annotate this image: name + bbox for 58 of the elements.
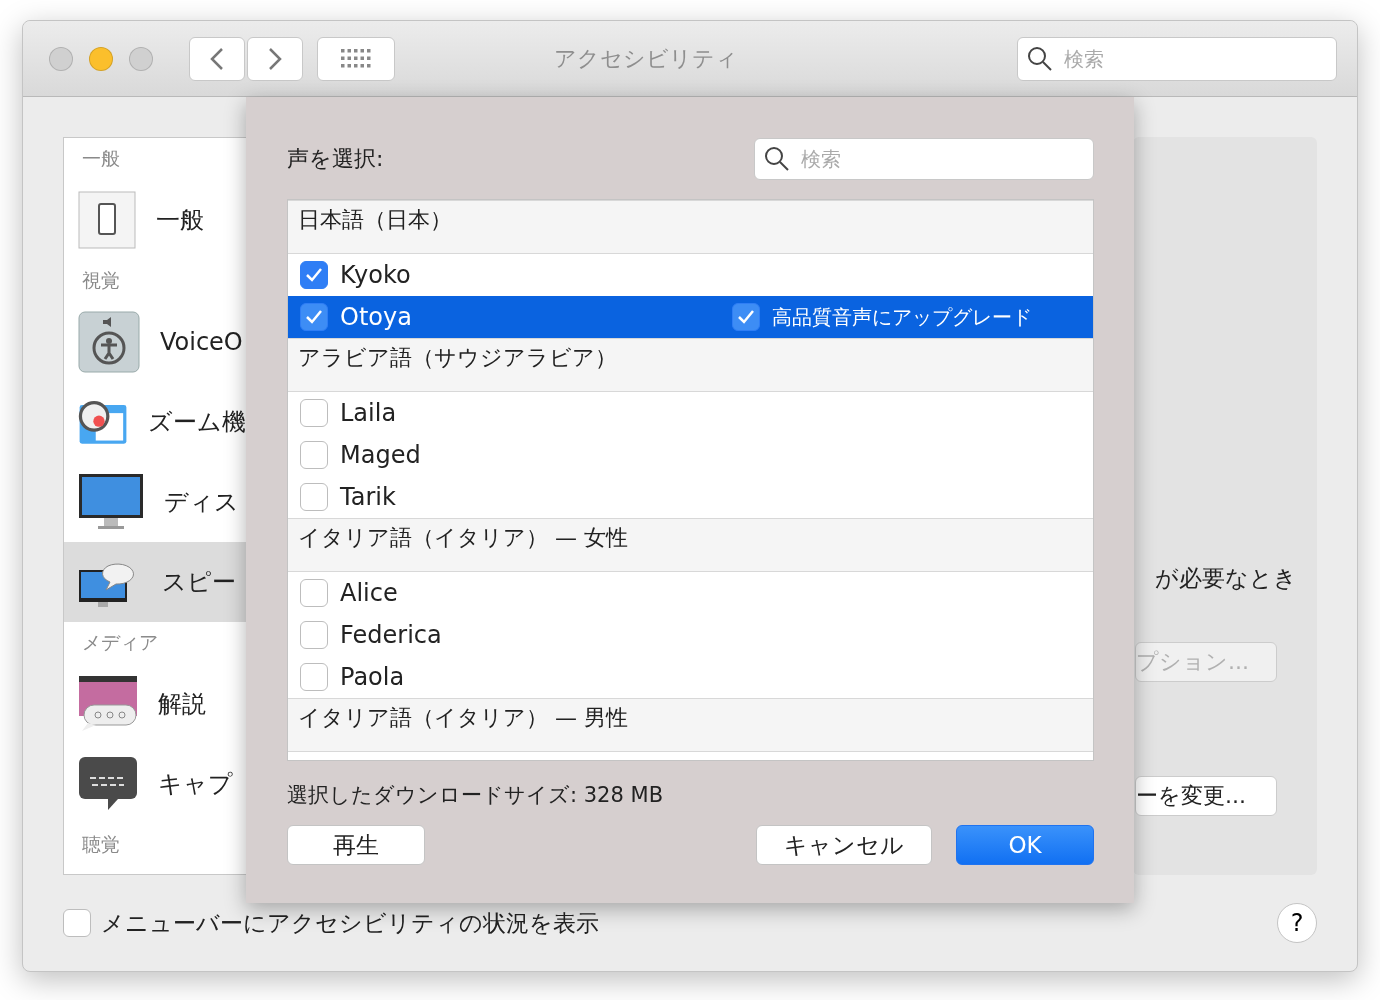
light-switch-icon xyxy=(78,191,136,249)
checkmark-icon xyxy=(737,309,755,325)
change-button[interactable]: ーを変更... xyxy=(1135,776,1277,816)
sidebar-item[interactable]: スピー xyxy=(64,542,246,622)
search-icon xyxy=(1027,45,1053,72)
checkbox[interactable] xyxy=(300,621,328,649)
chevron-left-icon xyxy=(210,46,224,71)
forward-button[interactable] xyxy=(247,36,303,81)
checkbox[interactable] xyxy=(300,303,328,331)
voice-row[interactable]: Otoya 高品質音声にアップグレード xyxy=(288,296,1093,338)
checkbox-label: メニューバーにアクセシビリティの状況を表示 xyxy=(101,908,599,938)
zoom-button[interactable] xyxy=(129,46,153,71)
sidebar-item[interactable]: キャプ xyxy=(64,744,246,824)
grid-icon xyxy=(341,48,371,69)
group-header: アラビア語（サウジアラビア） xyxy=(288,338,1093,392)
group-header: イタリア語（イタリア） — 男性 xyxy=(288,698,1093,752)
window-title: アクセシビリティ xyxy=(553,44,739,73)
sidebar-item[interactable]: ズーム機 xyxy=(64,382,246,462)
checkbox[interactable] xyxy=(300,261,328,289)
sidebar-section-title: 視覚 xyxy=(81,268,121,293)
search-field[interactable]: 検索 xyxy=(1017,36,1337,81)
sidebar-section-title: メディア xyxy=(81,630,159,655)
sheet-label: 声を選択: xyxy=(287,145,384,173)
group-header: イタリア語（イタリア） — 女性 xyxy=(288,518,1093,572)
help-button[interactable]: ? xyxy=(1277,903,1317,943)
checkmark-icon xyxy=(305,267,323,283)
sidebar-section-title: 一般 xyxy=(81,146,121,171)
sidebar-section-title: 聴覚 xyxy=(81,832,121,857)
checkbox[interactable] xyxy=(300,579,328,607)
search-field[interactable]: 検索 xyxy=(754,138,1094,180)
close-button[interactable] xyxy=(49,46,73,71)
sidebar-item[interactable]: 解説 xyxy=(64,664,246,744)
accessibility-icon xyxy=(78,311,140,373)
option-label: が必要なとき xyxy=(1155,564,1297,593)
show-all-button[interactable] xyxy=(317,36,395,81)
checkbox[interactable] xyxy=(732,303,760,331)
back-button[interactable] xyxy=(189,36,245,81)
checkbox[interactable] xyxy=(300,483,328,511)
monitor-icon xyxy=(78,473,144,531)
checkbox[interactable] xyxy=(300,663,328,691)
download-size-text: 選択したダウンロードサイズ: 328 MB xyxy=(287,782,665,809)
minimize-button[interactable] xyxy=(89,46,113,71)
dialog-button[interactable]: キャンセル xyxy=(756,825,932,865)
dialog-button[interactable]: OK xyxy=(956,825,1094,865)
group-header: 日本語（日本） xyxy=(288,200,1093,254)
checkbox[interactable] xyxy=(300,399,328,427)
checkmark-icon xyxy=(305,309,323,325)
checkbox[interactable] xyxy=(300,441,328,469)
checkbox[interactable] xyxy=(63,909,91,937)
speech-bubble-icon xyxy=(78,675,138,733)
search-icon xyxy=(764,146,790,172)
upgrade-label: 高品質音声にアップグレード xyxy=(772,303,1032,331)
sidebar-item[interactable]: VoiceO xyxy=(64,302,246,382)
sidebar-item[interactable]: 一般 xyxy=(64,180,246,260)
sidebar-item[interactable]: ディス xyxy=(64,462,246,542)
caption-bubble-icon xyxy=(78,756,138,812)
dialog-button[interactable]: 再生 xyxy=(287,825,425,865)
chevron-right-icon xyxy=(268,46,282,71)
